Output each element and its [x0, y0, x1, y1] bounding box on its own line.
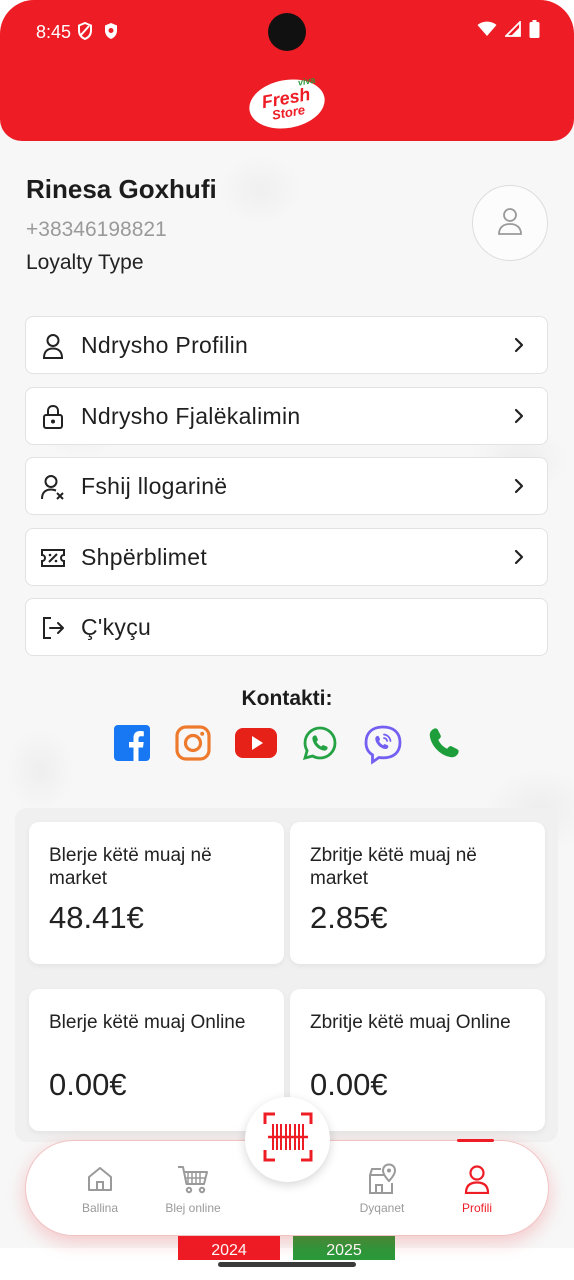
vpn-shield-icon — [77, 21, 93, 45]
logout-label: Ç'kyçu — [81, 614, 152, 640]
tab-home[interactable]: Ballina — [55, 1163, 145, 1215]
stat-value: 48.41€ — [49, 900, 144, 935]
rewards-button[interactable]: Shpërblimet — [25, 528, 548, 586]
stat-card-online-discounts: Zbritje këtë muaj Online 0.00€ — [290, 989, 545, 1131]
profile-phone: +38346198821 — [26, 218, 167, 241]
chevron-right-icon — [509, 335, 529, 355]
stats-panel: Blerje këtë muaj në market 48.41€ Zbritj… — [15, 808, 558, 1142]
chevron-right-icon — [509, 476, 529, 496]
tab-profile-label: Profili — [461, 1201, 492, 1215]
app-screen: 8:45 viva Fresh Store Rinesa Goxhufi +38… — [0, 0, 574, 1280]
stat-value: 2.85€ — [310, 900, 388, 935]
chevron-right-icon — [509, 406, 529, 426]
contact-title: Kontakti: — [241, 687, 333, 710]
app-header: 8:45 viva Fresh Store — [0, 0, 574, 141]
avatar[interactable] — [472, 185, 548, 261]
profile-name: Rinesa Goxhufi — [26, 174, 217, 204]
scan-card-button[interactable] — [245, 1097, 330, 1182]
profile-loyalty-type: Loyalty Type — [26, 251, 144, 274]
stat-label: Zbritje këtë muaj Online — [310, 1012, 511, 1033]
camera-cutout — [268, 13, 306, 51]
logout-button[interactable]: Ç'kyçu — [25, 598, 548, 656]
status-left-icons — [77, 21, 119, 45]
tab-shop-label: Blej online — [165, 1201, 221, 1215]
user-icon — [40, 333, 66, 359]
change-password-label: Ndrysho Fjalëkalimin — [81, 403, 301, 429]
stat-card-online-purchases: Blerje këtë muaj Online 0.00€ — [29, 989, 284, 1131]
stat-card-market-purchases: Blerje këtë muaj në market 48.41€ — [29, 822, 284, 964]
tab-home-label: Ballina — [81, 1201, 119, 1215]
stat-value: 0.00€ — [49, 1067, 127, 1102]
phone-icon[interactable] — [425, 724, 463, 762]
year-tab-2025[interactable]: 2025 — [293, 1236, 395, 1260]
chevron-right-icon — [509, 547, 529, 567]
status-right-icons — [477, 19, 540, 43]
status-time: 8:45 — [36, 22, 72, 42]
user-icon — [432, 1163, 522, 1195]
stat-card-market-discounts: Zbritje këtë muaj në market 2.85€ — [290, 822, 545, 964]
rewards-label: Shpërblimet — [81, 544, 208, 570]
edit-profile-button[interactable]: Ndrysho Profilin — [25, 316, 548, 374]
fresh-store-logo: viva Fresh Store — [245, 73, 329, 135]
tab-stores-label: Dyqanet — [359, 1201, 405, 1215]
wifi-icon — [477, 21, 497, 42]
store-location-icon — [337, 1163, 427, 1195]
stat-label: Blerje këtë muaj Online — [49, 1012, 246, 1033]
logo-viva-text: viva — [297, 74, 317, 88]
youtube-icon[interactable] — [235, 724, 277, 762]
home-icon — [55, 1163, 145, 1195]
delete-account-label: Fshij llogarinë — [81, 473, 228, 499]
change-password-button[interactable]: Ndrysho Fjalëkalimin — [25, 387, 548, 445]
user-icon — [496, 206, 524, 241]
instagram-icon[interactable] — [174, 724, 212, 762]
viber-icon[interactable] — [362, 724, 404, 766]
tab-profile[interactable]: Profili — [432, 1163, 522, 1215]
logout-icon — [40, 615, 66, 641]
home-gesture-bar[interactable] — [218, 1262, 356, 1267]
barcode-scan-icon — [263, 1112, 313, 1167]
delete-account-button[interactable]: Fshij llogarinë — [25, 457, 548, 515]
status-bar: 8:45 — [0, 0, 574, 64]
voucher-icon — [40, 545, 66, 571]
user-remove-icon — [40, 474, 66, 500]
whatsapp-icon[interactable] — [301, 724, 339, 762]
tab-stores[interactable]: Dyqanet — [337, 1163, 427, 1215]
stat-value: 0.00€ — [310, 1067, 388, 1102]
stat-label: Zbritje këtë muaj në market — [310, 845, 477, 889]
facebook-icon[interactable] — [113, 724, 151, 762]
signal-icon — [503, 19, 521, 42]
cart-icon — [148, 1163, 238, 1195]
stat-label: Blerje këtë muaj në market — [49, 845, 212, 889]
security-shield-icon — [103, 22, 119, 45]
battery-icon — [529, 20, 540, 43]
tab-shop-online[interactable]: Blej online — [148, 1163, 238, 1215]
active-tab-indicator — [457, 1139, 494, 1142]
year-tab-2024[interactable]: 2024 — [178, 1236, 280, 1260]
edit-profile-label: Ndrysho Profilin — [81, 332, 249, 358]
lock-icon — [40, 404, 66, 430]
